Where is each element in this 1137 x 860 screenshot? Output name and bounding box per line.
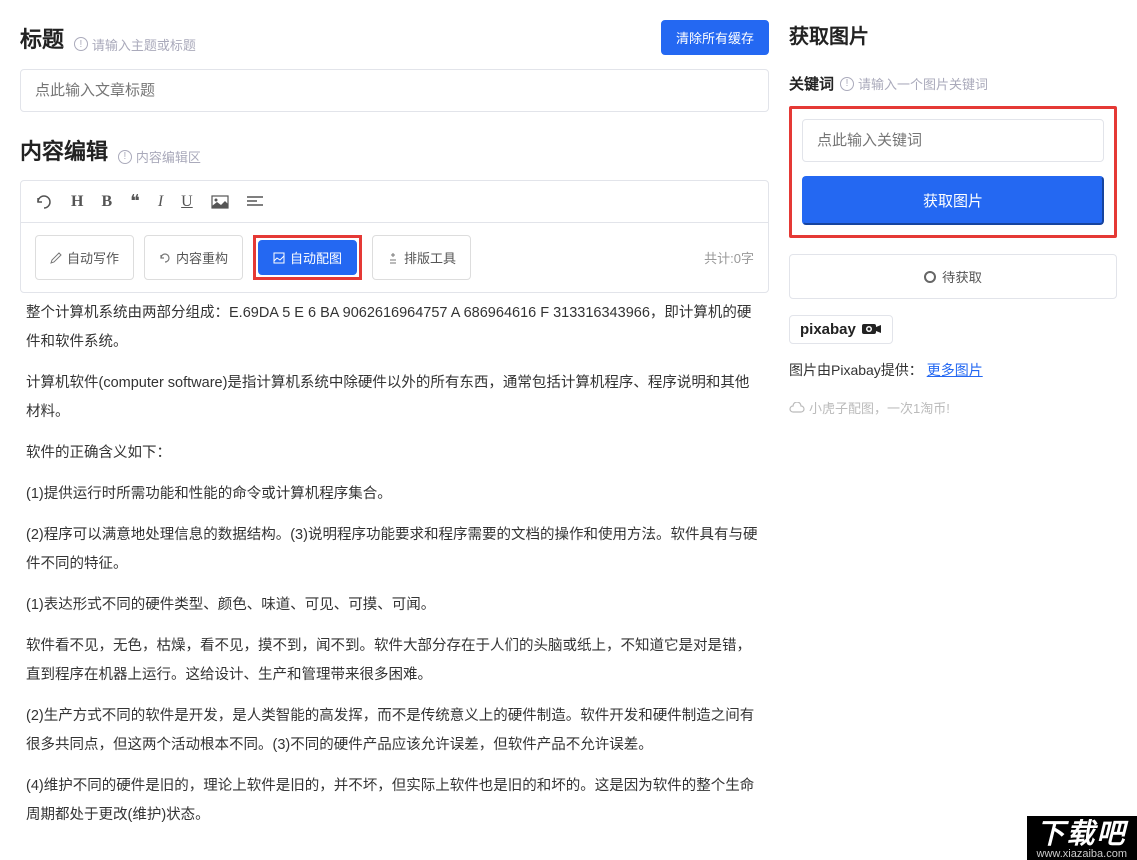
provider-line: 图片由Pixabay提供： 更多图片 xyxy=(789,360,1117,380)
auto-image-highlight: 自动配图 xyxy=(253,235,362,280)
camera-icon xyxy=(862,322,882,334)
editor-toolbar: H B ❝ I U 自动写作 xyxy=(20,180,769,293)
action-buttons: 自动写作 内容重构 自动配图 排版工具 xyxy=(35,235,471,280)
get-image-title: 获取图片 xyxy=(789,20,1117,49)
layout-tool-button[interactable]: 排版工具 xyxy=(372,235,471,280)
title-hint: ! 请输入主题或标题 xyxy=(74,35,196,54)
paragraph: 计算机软件(computer software)是指计算机系统中除硬件以外的所有… xyxy=(26,369,763,427)
paragraph: (2)程序可以满意地处理信息的数据结构。(3)说明程序功能要求和程序需要的文档的… xyxy=(26,521,763,579)
title-label: 标题 xyxy=(20,27,64,52)
action-bar: 自动写作 内容重构 自动配图 排版工具 xyxy=(21,223,768,292)
content-header: 内容编辑 ! 内容编辑区 xyxy=(20,134,769,166)
format-bar: H B ❝ I U xyxy=(21,181,768,223)
paragraph: (1)提供运行时所需功能和性能的命令或计算机程序集合。 xyxy=(26,480,763,509)
cost-note: 小虎子配图，一次1淘币! xyxy=(789,398,1117,417)
circle-icon xyxy=(924,271,936,283)
main-panel: 标题 ! 请输入主题或标题 清除所有缓存 内容编辑 ! 内容编辑区 xyxy=(0,0,789,860)
clear-cache-button[interactable]: 清除所有缓存 xyxy=(661,20,769,55)
char-count: 共计:0字 xyxy=(704,248,754,267)
image-icon[interactable] xyxy=(211,195,229,209)
pending-button[interactable]: 待获取 xyxy=(789,254,1117,299)
keyword-hint: ! 请输入一个图片关键词 xyxy=(840,74,988,93)
cloud-icon xyxy=(789,402,805,414)
keyword-label: 关键词 xyxy=(789,73,834,94)
pencil-icon xyxy=(50,252,62,264)
refresh-icon xyxy=(159,252,171,264)
more-images-link[interactable]: 更多图片 xyxy=(927,362,983,378)
auto-image-button[interactable]: 自动配图 xyxy=(258,240,357,275)
keyword-input[interactable] xyxy=(802,119,1104,162)
info-icon: ! xyxy=(118,150,132,164)
picture-icon xyxy=(273,252,285,264)
content-hint: ! 内容编辑区 xyxy=(118,147,201,166)
content-label-group: 内容编辑 ! 内容编辑区 xyxy=(20,134,201,166)
undo-icon[interactable] xyxy=(35,194,53,210)
keyword-highlight-box: 获取图片 xyxy=(789,106,1117,238)
paragraph: (1)表达形式不同的硬件类型、颜色、味道、可见、可摸、可闻。 xyxy=(26,591,763,620)
heading-icon[interactable]: H xyxy=(71,193,83,211)
restructure-button[interactable]: 内容重构 xyxy=(144,235,243,280)
tool-icon xyxy=(387,252,399,264)
auto-write-button[interactable]: 自动写作 xyxy=(35,235,134,280)
sidebar-panel: 获取图片 关键词 ! 请输入一个图片关键词 获取图片 待获取 pixabay 图… xyxy=(789,0,1137,860)
underline-icon[interactable]: U xyxy=(181,193,193,211)
paragraph: (2)生产方式不同的软件是开发，是人类智能的高发挥，而不是传统意义上的硬件制造。… xyxy=(26,702,763,760)
paragraph: 软件的正确含义如下： xyxy=(26,439,763,468)
keyword-label-row: 关键词 ! 请输入一个图片关键词 xyxy=(789,73,1117,94)
quote-icon[interactable]: ❝ xyxy=(130,191,140,212)
paragraph: 软件看不见，无色，枯燥，看不见，摸不到，闻不到。软件大部分存在于人们的头脑或纸上… xyxy=(26,632,763,690)
title-label-group: 标题 ! 请输入主题或标题 xyxy=(20,22,196,54)
watermark: 下载吧 www.xiazaiba.com xyxy=(1027,816,1137,860)
pixabay-badge: pixabay xyxy=(789,315,893,344)
bold-icon[interactable]: B xyxy=(101,193,112,211)
paragraph: (4)维护不同的硬件是旧的，理论上软件是旧的，并不坏，但实际上软件也是旧的和坏的… xyxy=(26,772,763,830)
info-icon: ! xyxy=(74,37,88,51)
italic-icon[interactable]: I xyxy=(158,193,163,211)
content-editor[interactable]: 整个计算机系统由两部分组成：E.69DA 5 E 6 BA 9062616964… xyxy=(20,293,769,848)
align-left-icon[interactable] xyxy=(247,196,263,208)
info-icon: ! xyxy=(840,77,854,91)
content-label: 内容编辑 xyxy=(20,139,108,164)
get-image-button[interactable]: 获取图片 xyxy=(802,176,1104,225)
paragraph: 整个计算机系统由两部分组成：E.69DA 5 E 6 BA 9062616964… xyxy=(26,299,763,357)
title-input[interactable] xyxy=(20,69,769,112)
title-header: 标题 ! 请输入主题或标题 清除所有缓存 xyxy=(20,20,769,55)
